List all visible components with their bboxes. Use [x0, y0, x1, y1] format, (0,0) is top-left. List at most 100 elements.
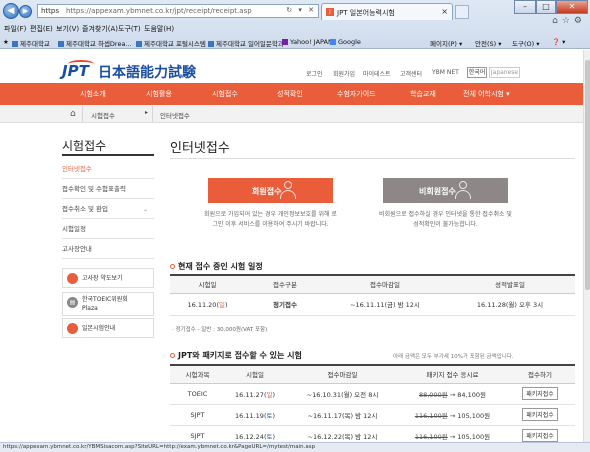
action-cell: 패키지접수 — [505, 425, 575, 442]
customer-center-link[interactable]: 고객센터 — [400, 69, 422, 78]
logo-jpt-text: JPT — [62, 62, 89, 80]
new-tab-button[interactable] — [455, 5, 469, 19]
map-pin-icon: ⌖ — [67, 273, 78, 284]
signup-link[interactable]: 회원가입 — [333, 69, 355, 78]
sidebar-item-registration-check[interactable]: 접수확인 및 수험표출력 — [62, 180, 154, 199]
browser-titlebar: ◀ ▶ https https://appexam.ybmnet.co.kr/j… — [0, 0, 590, 26]
mytest-link[interactable]: 마이테스트 — [363, 69, 391, 78]
current-schedule-table: 시험일 접수구분 접수마감일 성적발표일 16.11.20(일) 정기접수 ~1… — [170, 274, 575, 316]
table-header: 성적발표일 — [445, 274, 575, 294]
tab-favicon-icon: J — [326, 8, 334, 16]
favicon-icon — [58, 41, 64, 47]
scrollbar-thumb[interactable] — [585, 60, 590, 290]
favorite-link[interactable]: Google — [330, 38, 361, 46]
menu-bar: 파일(F) 편집(E) 보기(V) 즐겨찾기(A) 도구(T) 도움말(H) — [0, 22, 590, 35]
action-cell: 패키지접수 — [505, 383, 575, 405]
table-header: 접수구분 — [245, 274, 325, 294]
login-link[interactable]: 로그인 — [306, 69, 323, 78]
subject: TOEIC — [170, 383, 225, 405]
maximize-button[interactable]: □ — [536, 0, 556, 14]
nav-exam-registration[interactable]: 시험접수 — [212, 89, 238, 99]
ybmnet-link[interactable]: YBM NET — [432, 69, 459, 76]
discounted-fee: → 105,100원 — [449, 432, 491, 441]
guest-registration-button[interactable]: 비회원접수 — [383, 178, 508, 203]
chevron-right-icon: ▸ — [145, 109, 149, 116]
japan-exam-info-link[interactable]: ● 일본시험안내 — [62, 318, 154, 338]
title-divider — [170, 158, 575, 159]
sidebar-item-test-center[interactable]: 고사장안내 — [62, 240, 154, 259]
package-register-button[interactable]: 패키지접수 — [522, 387, 558, 400]
table-header: 접수마감일 — [285, 364, 400, 384]
chevron-down-icon: ⌄ — [142, 206, 148, 213]
back-button[interactable]: ◀ — [3, 3, 19, 19]
menu-file[interactable]: 파일(F) — [4, 24, 26, 34]
toeic-plaza-link[interactable]: ▤ 한국TOEIC위원회 Plaza — [62, 292, 154, 316]
sidebar-item-cancel-refund[interactable]: 접수취소 및 환입 ⌄ — [62, 200, 154, 219]
fee-note: · 정기접수 - 일반 : 30,000원(VAT 포함) — [172, 327, 268, 333]
favorite-link[interactable]: Yahoo! JAPAN — [282, 38, 333, 46]
logo-kanji-text: 日本語能力試験 — [98, 65, 196, 81]
subject: SJPT — [170, 404, 225, 426]
lang-japanese-button[interactable]: Japanese — [489, 67, 520, 78]
tab-close-icon[interactable]: × — [441, 7, 448, 16]
address-url[interactable]: https://appexam.ybmnet.co.kr/jpt/receipt… — [66, 7, 252, 15]
main-nav: 시험소개 시험활용 시험접수 성적확인 수험자가이드 학습교재 전체 어학시험 … — [0, 83, 583, 105]
registration-deadline: ~16.12.22(목) 밤 12시 — [285, 425, 400, 442]
page-scrollbar[interactable] — [583, 50, 590, 442]
favorite-link[interactable]: 제주대학교 일어일문학과 — [208, 38, 284, 48]
menu-edit[interactable]: 편집(E) — [30, 24, 53, 34]
favorite-link[interactable]: 제주대학교 — [12, 38, 50, 48]
breadcrumb: ⌂ 시험접수 ▸ 인터넷접수 — [0, 105, 583, 123]
menu-favorites[interactable]: 즐겨찾기(A) — [82, 24, 118, 34]
address-controls[interactable]: ↻ ▾ ✕ — [286, 6, 316, 14]
favicon-icon — [330, 39, 336, 45]
package-register-button[interactable]: 패키지접수 — [522, 408, 558, 421]
japan-flag-icon: ● — [67, 323, 78, 334]
nav-exam-intro[interactable]: 시험소개 — [80, 89, 106, 99]
current-schedule-heading: 현재 접수 중인 시험 일정 — [170, 261, 263, 272]
lang-korean-button[interactable]: 한국어 — [467, 67, 487, 78]
table-header-row: 시험일 접수구분 접수마감일 성적발표일 — [170, 274, 575, 294]
forward-button[interactable]: ▶ — [19, 5, 32, 18]
menu-tools[interactable]: 도구(T) — [118, 24, 141, 34]
jpt-logo[interactable]: JPT 日本語能力試験 — [62, 60, 222, 82]
table-header-row: 시험과목 시험일 접수마감일 패키지 접수 응시료 접수하기 — [170, 364, 575, 384]
favorites-star-icon[interactable]: ★ — [3, 38, 9, 46]
nav-examinee-guide[interactable]: 수험자가이드 — [337, 89, 376, 99]
page-title: 인터넷접수 — [170, 141, 230, 156]
package-exams-table: 시험과목 시험일 접수마감일 패키지 접수 응시료 접수하기 TOEIC 16.… — [170, 364, 575, 442]
home-icon[interactable]: ⌂ — [70, 109, 76, 119]
breadcrumb-level2[interactable]: 인터넷접수 — [160, 110, 190, 120]
nav-score-check[interactable]: 성적확인 — [277, 89, 303, 99]
command-page[interactable]: 페이지(P) ▾ — [430, 38, 462, 48]
menu-help[interactable]: 도움말(H) — [144, 24, 174, 34]
favorite-link[interactable]: 제주대학교 하셉Drea... — [58, 38, 132, 48]
result-date: 16.11.28(월) 오후 3시 — [445, 293, 575, 316]
action-cell: 패키지접수 — [505, 404, 575, 426]
address-protocol: https — [41, 7, 60, 15]
user-icon — [455, 181, 471, 200]
nav-exam-use[interactable]: 시험활용 — [146, 89, 172, 99]
menu-view[interactable]: 보기(V) — [56, 24, 79, 34]
table-header: 시험일 — [170, 274, 245, 294]
exam-day: 일 — [218, 301, 225, 309]
close-window-button[interactable]: ✕ — [556, 0, 588, 14]
vat-note: 아래 금액은 모두 부가세 10%가 포함된 금액입니다. — [393, 354, 514, 360]
member-registration-button[interactable]: 회원접수 — [208, 178, 333, 203]
command-help[interactable]: ❓ ▾ — [552, 38, 565, 46]
circle-bullet-icon — [170, 353, 175, 358]
test-center-map-link[interactable]: ⌖ 고사장 약도보기 — [62, 268, 154, 288]
browser-tab[interactable]: J JPT 일본어능력시험 × — [321, 3, 453, 20]
nav-all-language-exams[interactable]: 전체 어학시험 ▾ — [463, 89, 510, 99]
favorite-link[interactable]: 제주대학교 포털시스템 — [136, 38, 206, 48]
minimize-button[interactable]: – — [514, 0, 536, 14]
nav-study-materials[interactable]: 학습교재 — [410, 89, 436, 99]
command-tools[interactable]: 도구(O) ▾ — [512, 38, 539, 48]
address-bar[interactable]: https https://appexam.ybmnet.co.kr/jpt/r… — [37, 4, 319, 18]
breadcrumb-level1[interactable]: 시험접수 — [91, 110, 115, 120]
command-safety[interactable]: 안전(S) ▾ — [475, 38, 502, 48]
sidebar-item-internet-registration[interactable]: 인터넷접수 — [62, 160, 154, 179]
sidebar-item-exam-schedule[interactable]: 시험일정 — [62, 220, 154, 239]
package-register-button[interactable]: 패키지접수 — [522, 429, 558, 442]
exam-date: 16.11.20(일) — [170, 293, 245, 316]
